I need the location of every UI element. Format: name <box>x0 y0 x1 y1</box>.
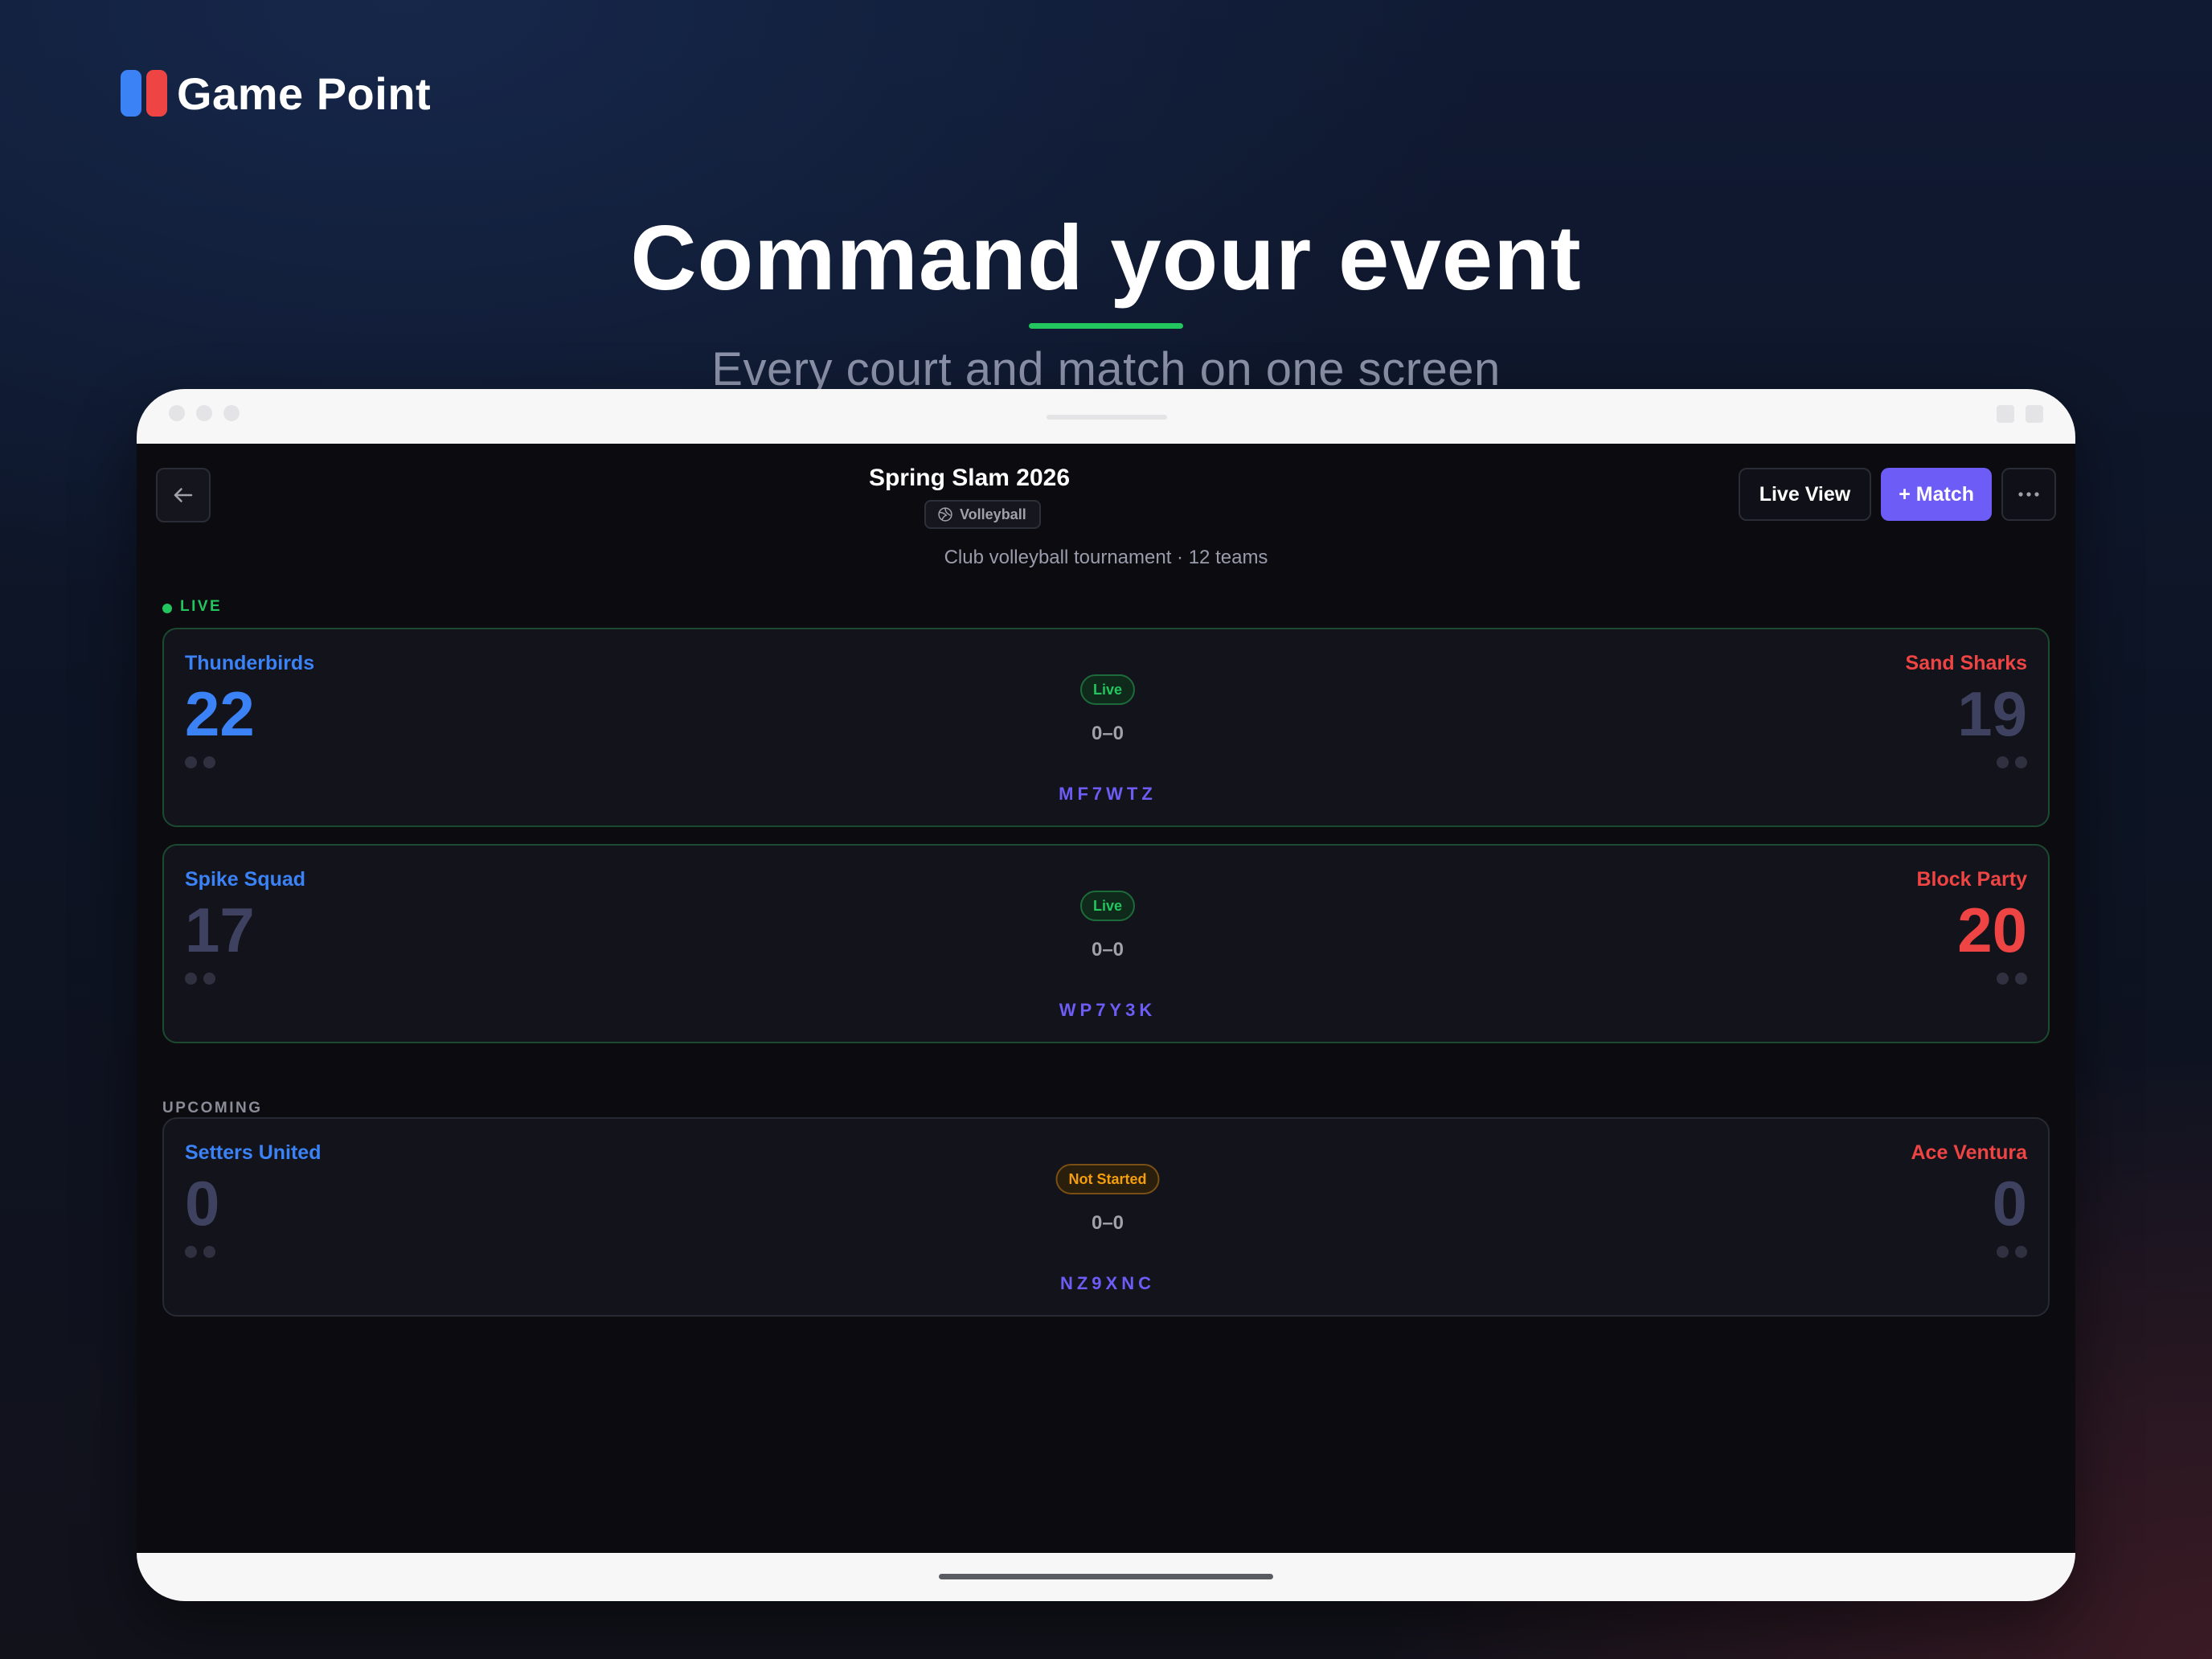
home-team-name: Thunderbirds <box>185 652 315 674</box>
live-dot-icon <box>162 604 172 613</box>
event-title: Spring Slam 2026 <box>868 465 1071 491</box>
add-match-button[interactable]: + Match <box>1881 468 1992 521</box>
home-set-dots <box>185 1246 215 1258</box>
sets-score: 0–0 <box>1091 723 1124 744</box>
away-team-name: Sand Sharks <box>1905 652 2027 674</box>
home-team-name: Setters United <box>185 1141 322 1164</box>
status-icons-left <box>169 405 240 421</box>
home-indicator[interactable] <box>939 1574 1273 1579</box>
status-bar <box>137 389 2075 444</box>
more-horizontal-icon <box>2018 492 2039 497</box>
status-icons-right <box>1997 405 2043 423</box>
match-code: WP7Y3K <box>1059 1000 1157 1020</box>
live-view-button[interactable]: Live View <box>1738 468 1872 521</box>
match-card[interactable]: Thunderbirds 22 Live 0–0 MF7WTZ Sand Sha… <box>162 628 2050 827</box>
home-set-dots <box>185 756 215 768</box>
sport-badge: Volleyball <box>924 500 1041 529</box>
match-code: NZ9XNC <box>1059 1273 1155 1293</box>
hero-underline <box>1029 323 1183 329</box>
away-score: 19 <box>1957 678 2027 749</box>
app-screen: Spring Slam 2026 Volleyball Club volleyb… <box>137 444 2075 1553</box>
tablet-frame: Spring Slam 2026 Volleyball Club volleyb… <box>137 389 2075 1601</box>
live-label: LIVE <box>180 598 223 615</box>
status-badge: Not Started <box>1055 1164 1160 1194</box>
hero-title: Command your event <box>630 207 1582 309</box>
navigation-bar <box>137 1553 2075 1601</box>
away-score: 0 <box>1992 1168 2027 1239</box>
match-card[interactable]: Setters United 0 Not Started 0–0 NZ9XNC … <box>162 1117 2050 1317</box>
header-actions: Live View + Match <box>1738 468 2056 521</box>
event-description: Club volleyball tournament · 12 teams <box>944 547 1268 568</box>
upcoming-section-label: UPCOMING <box>162 1100 263 1116</box>
match-code: MF7WTZ <box>1059 784 1157 804</box>
top-handle <box>1047 415 1167 420</box>
sets-score: 0–0 <box>1091 1212 1124 1234</box>
sets-score: 0–0 <box>1091 939 1124 961</box>
status-badge: Live <box>1079 674 1136 705</box>
away-set-dots <box>1997 756 2027 768</box>
status-badge: Live <box>1079 891 1136 921</box>
away-score: 20 <box>1957 895 2027 965</box>
sport-label: Volleyball <box>960 506 1026 522</box>
away-set-dots <box>1997 973 2027 985</box>
home-team-name: Spike Squad <box>185 868 306 891</box>
away-set-dots <box>1997 1246 2027 1258</box>
volleyball-icon <box>938 507 952 522</box>
live-section-label: LIVE <box>162 598 222 616</box>
home-set-dots <box>185 973 215 985</box>
brand-name: Game Point <box>177 68 432 119</box>
more-options-button[interactable] <box>2001 468 2056 521</box>
brand-logo: Game Point <box>121 68 432 119</box>
logo-mark-icon <box>121 70 167 117</box>
away-team-name: Block Party <box>1916 868 2027 891</box>
hero-subtitle: Every court and match on one screen <box>711 343 1501 395</box>
match-card[interactable]: Spike Squad 17 Live 0–0 WP7Y3K Block Par… <box>162 844 2050 1043</box>
away-team-name: Ace Ventura <box>1911 1141 2027 1164</box>
